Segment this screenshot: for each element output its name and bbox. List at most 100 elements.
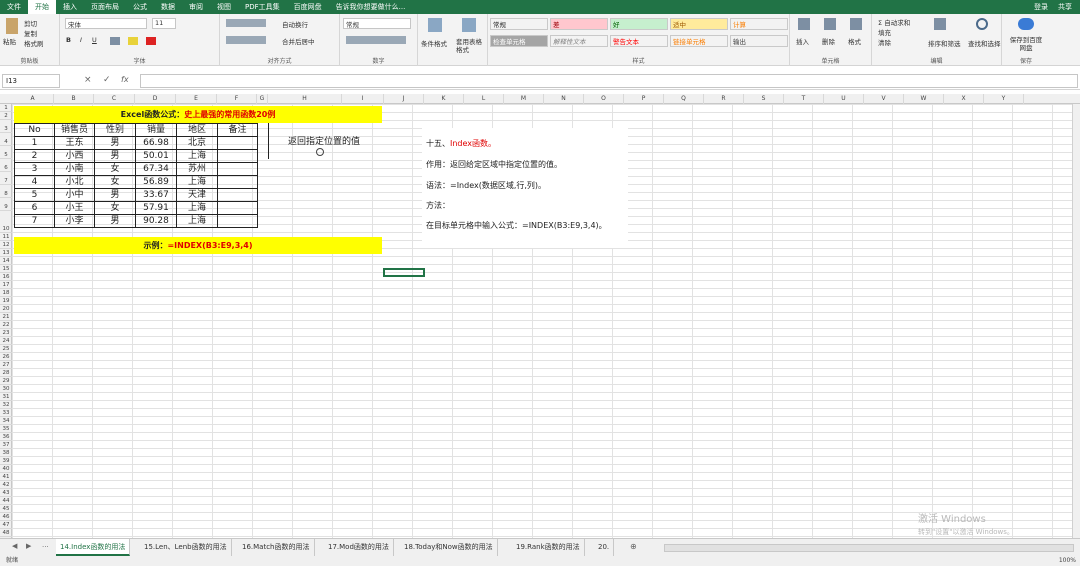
cell-remark[interactable] — [217, 201, 258, 215]
row-header-47[interactable]: 47 — [0, 521, 12, 529]
cell-no[interactable]: 3 — [14, 162, 55, 176]
menu-baidu-pan[interactable]: 百度网盘 — [287, 0, 329, 14]
menu-file[interactable]: 文件 — [0, 0, 28, 14]
formula-input[interactable] — [140, 74, 1078, 88]
column-header-o[interactable]: O — [584, 94, 624, 104]
header-remark[interactable]: 备注 — [217, 123, 258, 137]
insert-cells-button[interactable]: 插入 — [796, 36, 809, 46]
style-normal[interactable]: 常规 — [490, 18, 548, 30]
menu-page-layout[interactable]: 页面布局 — [84, 0, 126, 14]
copy-button[interactable]: 复制 — [24, 28, 37, 38]
row-header-43[interactable]: 43 — [0, 489, 12, 497]
header-region[interactable]: 地区 — [176, 123, 218, 137]
menu-formulas[interactable]: 公式 — [126, 0, 154, 14]
column-header-j[interactable]: J — [384, 94, 424, 104]
cell-remark[interactable] — [217, 162, 258, 176]
h2-note[interactable]: 返回指定位置的值 — [288, 136, 360, 148]
style-calculation[interactable]: 计算 — [730, 18, 788, 30]
row-header-13[interactable]: 13 — [0, 249, 12, 257]
header-sales[interactable]: 销量 — [135, 123, 177, 137]
column-header-c[interactable]: C — [94, 94, 135, 104]
column-header-h[interactable]: H — [268, 94, 342, 104]
cell-gender[interactable]: 女 — [94, 201, 136, 215]
explain-line-1[interactable]: 作用：返回给定区域中指定位置的值。 — [426, 159, 562, 171]
column-header-t[interactable]: T — [784, 94, 824, 104]
wrap-text-button[interactable]: 自动换行 — [282, 19, 308, 29]
column-header-k[interactable]: K — [424, 94, 464, 104]
style-neutral[interactable]: 适中 — [670, 18, 728, 30]
clear-button[interactable]: 清除 — [878, 37, 891, 47]
explain-line-4[interactable]: 在目标单元格中输入公式：=INDEX(B3:E9,3,4)。 — [426, 220, 607, 232]
sheet-tab-16[interactable]: 16.Match函数的用法 — [238, 539, 315, 556]
row-header-16[interactable]: 16 — [0, 273, 12, 281]
explain-title[interactable]: 十五、Index函数。 — [426, 138, 496, 150]
format-cells-button[interactable]: 格式 — [848, 36, 861, 46]
cell-no[interactable]: 4 — [14, 175, 55, 189]
horizontal-scrollbar[interactable] — [664, 544, 1074, 552]
row-header-21[interactable]: 21 — [0, 313, 12, 321]
column-header-r[interactable]: R — [704, 94, 744, 104]
column-header-n[interactable]: N — [544, 94, 584, 104]
row-header-33[interactable]: 33 — [0, 409, 12, 417]
cell-sales[interactable]: 50.01 — [135, 149, 177, 163]
cell-salesperson[interactable]: 小南 — [54, 162, 95, 176]
row-header-10[interactable]: 10 — [0, 225, 12, 233]
fill-color-icon[interactable] — [128, 37, 138, 45]
cell-salesperson[interactable]: 小中 — [54, 188, 95, 202]
column-header-l[interactable]: L — [464, 94, 504, 104]
row-header-15[interactable]: 15 — [0, 265, 12, 273]
font-color-icon[interactable] — [146, 37, 156, 45]
row-header-39[interactable]: 39 — [0, 457, 12, 465]
row-header-30[interactable]: 30 — [0, 385, 12, 393]
sheet-tab-19[interactable]: 19.Rank函数的用法 — [512, 539, 585, 556]
zoom-level[interactable]: 100% — [1059, 556, 1076, 566]
column-header-e[interactable]: E — [176, 94, 217, 104]
row-header-4[interactable]: 4 — [0, 138, 12, 146]
column-header-v[interactable]: V — [864, 94, 904, 104]
vertical-scrollbar[interactable] — [1072, 104, 1080, 538]
row-header-12[interactable]: 12 — [0, 241, 12, 249]
row-header-14[interactable]: 14 — [0, 257, 12, 265]
cell-salesperson[interactable]: 小李 — [54, 214, 95, 228]
row-header-48[interactable]: 48 — [0, 529, 12, 537]
number-format-icons[interactable] — [346, 36, 406, 44]
row-header-17[interactable]: 17 — [0, 281, 12, 289]
cell-remark[interactable] — [217, 149, 258, 163]
style-good[interactable]: 好 — [610, 18, 668, 30]
cut-button[interactable]: 剪切 — [24, 18, 37, 28]
cell-region[interactable]: 北京 — [176, 136, 218, 150]
cell-sales[interactable]: 90.28 — [135, 214, 177, 228]
explain-line-3[interactable]: 方法： — [426, 200, 450, 212]
row-header-36[interactable]: 36 — [0, 433, 12, 441]
conditional-format-icon[interactable] — [428, 18, 442, 32]
row-header-41[interactable]: 41 — [0, 473, 12, 481]
format-cells-icon[interactable] — [850, 18, 862, 30]
row-header-11[interactable]: 11 — [0, 233, 12, 241]
column-header-u[interactable]: U — [824, 94, 864, 104]
cell-remark[interactable] — [217, 188, 258, 202]
cell-gender[interactable]: 男 — [94, 149, 136, 163]
find-select-button[interactable]: 查找和选择 — [968, 38, 1001, 48]
row-header-2[interactable]: 2 — [0, 112, 12, 120]
cell-sales[interactable]: 57.91 — [135, 201, 177, 215]
fx-icon[interactable]: fx — [121, 75, 129, 84]
cell-gender[interactable]: 男 — [94, 214, 136, 228]
table-format-button[interactable]: 套用表格格式 — [456, 38, 486, 54]
cell-region[interactable]: 上海 — [176, 149, 218, 163]
row-header-7[interactable]: 7 — [0, 177, 12, 185]
header-gender[interactable]: 性别 — [94, 123, 136, 137]
border-icon[interactable] — [110, 37, 120, 45]
result-banner[interactable]: 示例：=INDEX(B3:E9,3,4) — [14, 237, 382, 254]
row-header-28[interactable]: 28 — [0, 369, 12, 377]
column-header-g[interactable]: G — [257, 94, 268, 104]
style-check-cell[interactable]: 检查单元格 — [490, 35, 548, 47]
cancel-icon[interactable]: × — [84, 75, 92, 85]
cell-sales[interactable]: 66.98 — [135, 136, 177, 150]
row-header-34[interactable]: 34 — [0, 417, 12, 425]
sheet-tab-20[interactable]: 20. — [594, 539, 615, 556]
row-header-23[interactable]: 23 — [0, 329, 12, 337]
row-header-45[interactable]: 45 — [0, 505, 12, 513]
row-header-9[interactable]: 9 — [0, 203, 12, 211]
tab-scroll-right-icon[interactable]: ▶ — [26, 542, 31, 550]
column-header-q[interactable]: Q — [664, 94, 704, 104]
